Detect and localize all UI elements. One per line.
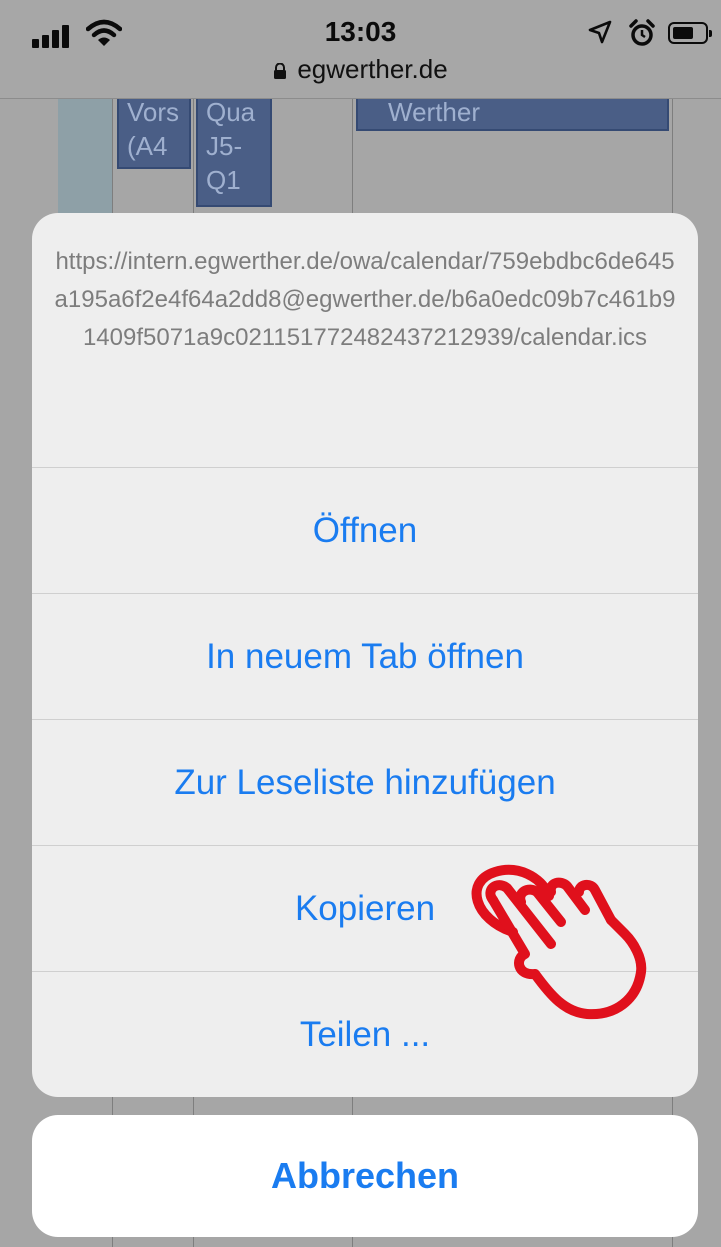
- location-icon: [588, 20, 612, 44]
- battery-icon: [668, 22, 712, 44]
- open-in-new-tab-button[interactable]: In neuem Tab öffnen: [32, 594, 698, 720]
- calendar-column-shade: [58, 99, 112, 219]
- action-sheet-header: https://intern.egwerther.de/owa/calendar…: [32, 213, 698, 468]
- calendar-event[interactable]: Werther: [356, 99, 669, 131]
- tap-hand-icon: [471, 864, 647, 1020]
- status-time: 13:03: [324, 16, 397, 47]
- status-bar: 13:03 egwerther.de: [0, 0, 721, 99]
- open-button[interactable]: Öffnen: [32, 468, 698, 594]
- address-domain: egwerther.de: [297, 54, 448, 84]
- address-bar[interactable]: egwerther.de: [0, 54, 721, 85]
- calendar-event[interactable]: Vors (A4: [117, 99, 191, 169]
- lock-icon: [274, 63, 287, 79]
- add-to-reading-list-button[interactable]: Zur Leseliste hinzufügen: [32, 720, 698, 846]
- link-url: https://intern.egwerther.de/owa/calendar…: [54, 248, 676, 351]
- calendar-event[interactable]: Qua J5- Q1: [196, 99, 272, 207]
- alarm-icon: [629, 19, 655, 46]
- cancel-button[interactable]: Abbrechen: [32, 1115, 698, 1237]
